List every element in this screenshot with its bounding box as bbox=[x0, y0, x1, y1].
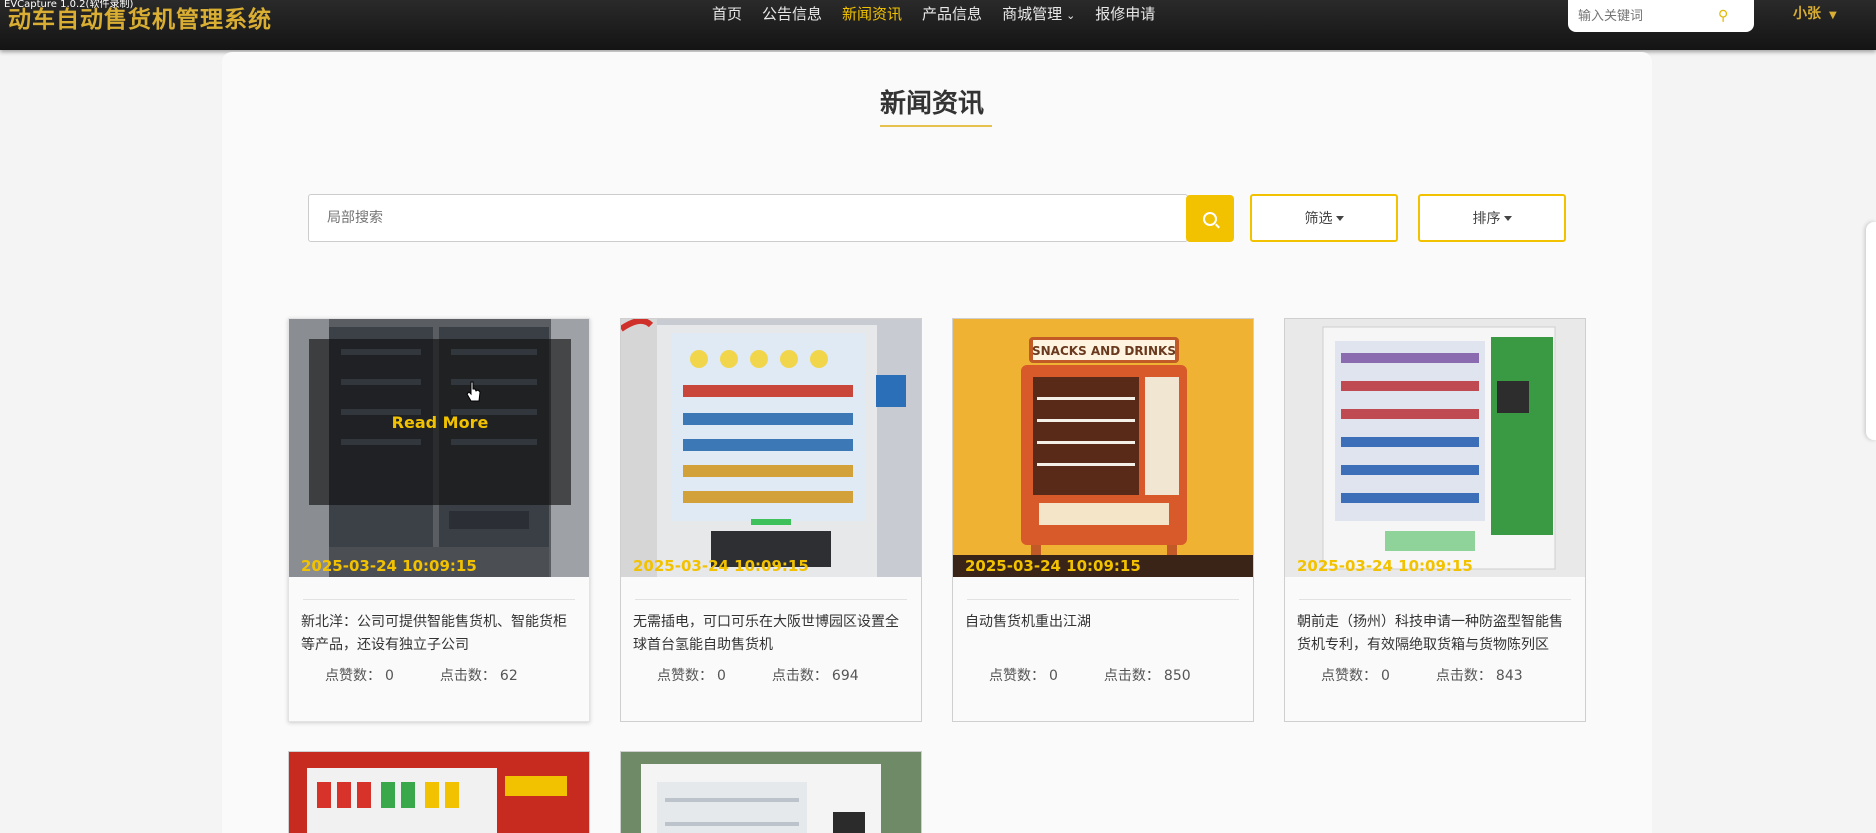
news-card[interactable]: Read More 2025-03-24 10:09:15 新北洋：公司可提供智… bbox=[288, 318, 590, 722]
clicks-count: 62 bbox=[499, 668, 518, 684]
vending-machine-illustration: SNACKS AND DRINKS bbox=[953, 319, 1253, 577]
news-stats: 点赞数： 0 点击数： 843 bbox=[1321, 665, 1527, 685]
vending-machine-photo bbox=[1285, 319, 1585, 577]
filter-label: 筛选 bbox=[1304, 211, 1333, 227]
mouse-cursor-icon bbox=[466, 381, 481, 402]
nav-news[interactable]: 新闻资讯 bbox=[832, 3, 912, 24]
news-thumbnail[interactable] bbox=[621, 752, 921, 833]
news-stats: 点赞数： 0 点击数： 62 bbox=[325, 665, 522, 685]
news-card[interactable]: SNACKS AND DRINKS 2025-03-24 10:09:15 自动… bbox=[952, 318, 1254, 722]
sort-dropdown-button[interactable]: 排序 bbox=[1418, 194, 1566, 242]
news-date: 2025-03-24 10:09:15 bbox=[965, 557, 1141, 575]
caret-down-icon bbox=[1503, 215, 1512, 221]
global-search: ⚲ bbox=[1568, 0, 1754, 32]
likes-count: 0 bbox=[1381, 668, 1390, 684]
vending-machine-photo bbox=[289, 752, 589, 833]
clicks-count: 843 bbox=[1495, 668, 1523, 684]
news-title[interactable]: 无需插电，可口可乐在大阪世博园区设置全球首台氢能自助售货机 bbox=[633, 611, 909, 657]
news-card[interactable] bbox=[620, 751, 922, 833]
caret-down-icon: ▼ bbox=[1829, 10, 1837, 21]
local-search-input[interactable] bbox=[309, 195, 1129, 241]
news-title[interactable]: 新北洋：公司可提供智能售货机、智能货柜等产品，还设有独立子公司 bbox=[301, 611, 577, 657]
nav-mall-label: 商城管理 bbox=[1002, 5, 1063, 23]
news-stats: 点赞数： 0 点击数： 850 bbox=[989, 665, 1195, 685]
news-thumbnail[interactable]: Read More bbox=[289, 319, 589, 577]
news-thumbnail[interactable]: SNACKS AND DRINKS bbox=[953, 319, 1253, 577]
vending-machine-photo bbox=[621, 319, 921, 577]
global-search-input[interactable] bbox=[1578, 8, 1718, 24]
filter-dropdown-button[interactable]: 筛选 bbox=[1250, 194, 1398, 242]
clicks-label: 点击数： bbox=[1435, 668, 1492, 684]
nav-repair[interactable]: 报修申请 bbox=[1085, 3, 1165, 24]
user-name: 小张 bbox=[1793, 6, 1821, 22]
clicks-label: 点击数： bbox=[439, 668, 496, 684]
main-nav: 首页 公告信息 新闻资讯 产品信息 商城管理 ⌄ 报修申请 bbox=[702, 3, 1165, 24]
divider bbox=[303, 599, 575, 600]
news-card[interactable]: 2025-03-24 10:09:15 朝前走（扬州）科技申请一种防盗型智能售货… bbox=[1284, 318, 1586, 722]
likes-label: 点赞数： bbox=[325, 668, 381, 684]
likes-label: 点赞数： bbox=[1321, 668, 1377, 684]
search-icon[interactable]: ⚲ bbox=[1718, 8, 1728, 24]
user-menu[interactable]: 小张 ▼ bbox=[1793, 3, 1837, 23]
news-title[interactable]: 自动售货机重出江湖 bbox=[965, 611, 1241, 634]
likes-label: 点赞数： bbox=[657, 668, 713, 684]
page-title: 新闻资讯 bbox=[880, 89, 985, 119]
news-stats: 点赞数： 0 点击数： 694 bbox=[657, 665, 863, 685]
divider bbox=[1299, 599, 1571, 600]
likes-count: 0 bbox=[385, 668, 394, 684]
clicks-count: 694 bbox=[831, 668, 859, 684]
divider bbox=[635, 599, 907, 600]
clicks-label: 点击数： bbox=[1103, 668, 1160, 684]
nav-announcements[interactable]: 公告信息 bbox=[752, 3, 832, 24]
clicks-count: 850 bbox=[1163, 668, 1191, 684]
clicks-label: 点击数： bbox=[771, 668, 828, 684]
news-card[interactable] bbox=[288, 751, 590, 833]
chevron-down-icon: ⌄ bbox=[1066, 9, 1076, 22]
title-underline bbox=[880, 125, 992, 127]
nav-home[interactable]: 首页 bbox=[702, 3, 752, 24]
news-thumbnail[interactable] bbox=[621, 319, 921, 577]
news-title[interactable]: 朝前走（扬州）科技申请一种防盗型智能售货机专利，有效隔绝取货箱与货物陈列区 bbox=[1297, 611, 1573, 657]
news-card[interactable]: 2025-03-24 10:09:15 无需插电，可口可乐在大阪世博园区设置全球… bbox=[620, 318, 922, 722]
local-search-box bbox=[308, 194, 1188, 242]
nav-products[interactable]: 产品信息 bbox=[912, 3, 992, 24]
caret-down-icon bbox=[1335, 215, 1344, 221]
news-thumbnail[interactable] bbox=[1285, 319, 1585, 577]
divider bbox=[967, 599, 1239, 600]
nav-mall-dropdown[interactable]: 商城管理 ⌄ bbox=[992, 3, 1085, 24]
site-brand[interactable]: 动车自动售货机管理系统 bbox=[8, 0, 272, 34]
sort-label: 排序 bbox=[1472, 211, 1501, 227]
image-text: SNACKS AND DRINKS bbox=[1032, 344, 1176, 358]
read-more-overlay[interactable]: Read More bbox=[309, 339, 571, 505]
likes-count: 0 bbox=[1049, 668, 1058, 684]
search-icon bbox=[1203, 211, 1217, 226]
top-navbar: EVCapture 1.0.2(软件录制) 动车自动售货机管理系统 首页 公告信… bbox=[0, 0, 1876, 50]
local-search-button[interactable] bbox=[1186, 195, 1234, 242]
news-date: 2025-03-24 10:09:15 bbox=[1297, 557, 1473, 575]
news-date: 2025-03-24 10:09:15 bbox=[301, 557, 477, 575]
news-thumbnail[interactable] bbox=[289, 752, 589, 833]
read-more-label: Read More bbox=[391, 412, 489, 432]
news-date: 2025-03-24 10:09:15 bbox=[633, 557, 809, 575]
likes-count: 0 bbox=[717, 668, 726, 684]
likes-label: 点赞数： bbox=[989, 668, 1045, 684]
vending-machine-photo bbox=[621, 752, 921, 833]
side-float-tab[interactable] bbox=[1866, 222, 1876, 440]
